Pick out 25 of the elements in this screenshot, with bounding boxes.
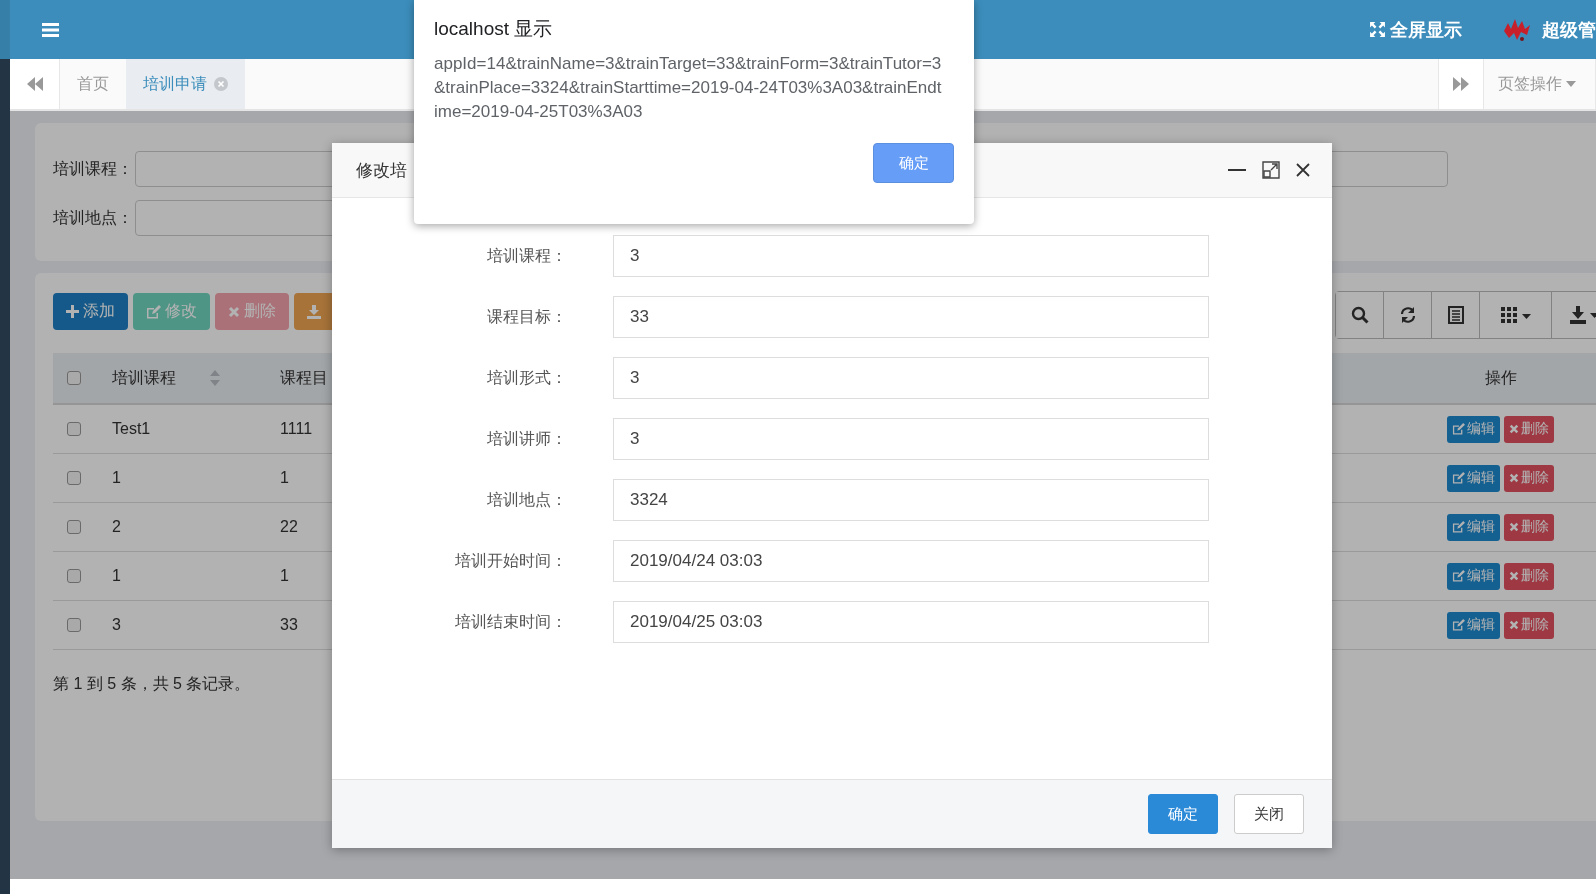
field-label: 培训形式： — [486, 367, 567, 388]
table-cell: 33 — [280, 616, 298, 634]
field-label: 培训开始时间： — [454, 550, 567, 571]
table-cell: 3 — [112, 616, 121, 634]
table-cell: 2 — [112, 518, 121, 536]
pagination-info: 第 1 到 5 条，共 5 条记录。 — [53, 674, 252, 694]
table-cell: Test1 — [112, 420, 151, 438]
field-label: 培训地点： — [486, 489, 567, 510]
field-label: 培训讲师： — [486, 428, 567, 449]
table-cell: 1 — [280, 567, 289, 585]
field-label: 培训结束时间： — [454, 611, 567, 632]
table-cell: 1 — [280, 469, 289, 487]
field-label: 培训课程： — [486, 245, 567, 266]
table-cell: 1 — [112, 469, 121, 487]
table-cell: 1111 — [280, 420, 313, 438]
column-header: 操作 — [1484, 367, 1517, 388]
table-cell: 1 — [112, 567, 121, 585]
field-label: 培训课程： — [53, 158, 134, 179]
column-header: 课程目 — [280, 367, 328, 388]
alert-title: localhost 显示 — [434, 17, 554, 41]
table-cell: 22 — [280, 518, 298, 536]
field-label: 培训地点： — [53, 207, 134, 228]
dialog-title: 修改培 — [356, 159, 407, 182]
field-label: 课程目标： — [486, 306, 567, 327]
alert-message: appId=14&trainName=3&trainTarget=33&trainForm=3&trainTutor=3&trainPlace=3324&trainStarttime=2019-04-24T03%3A03&trainEndtime=2019-04-25T03%3A03 — [434, 53, 942, 123]
